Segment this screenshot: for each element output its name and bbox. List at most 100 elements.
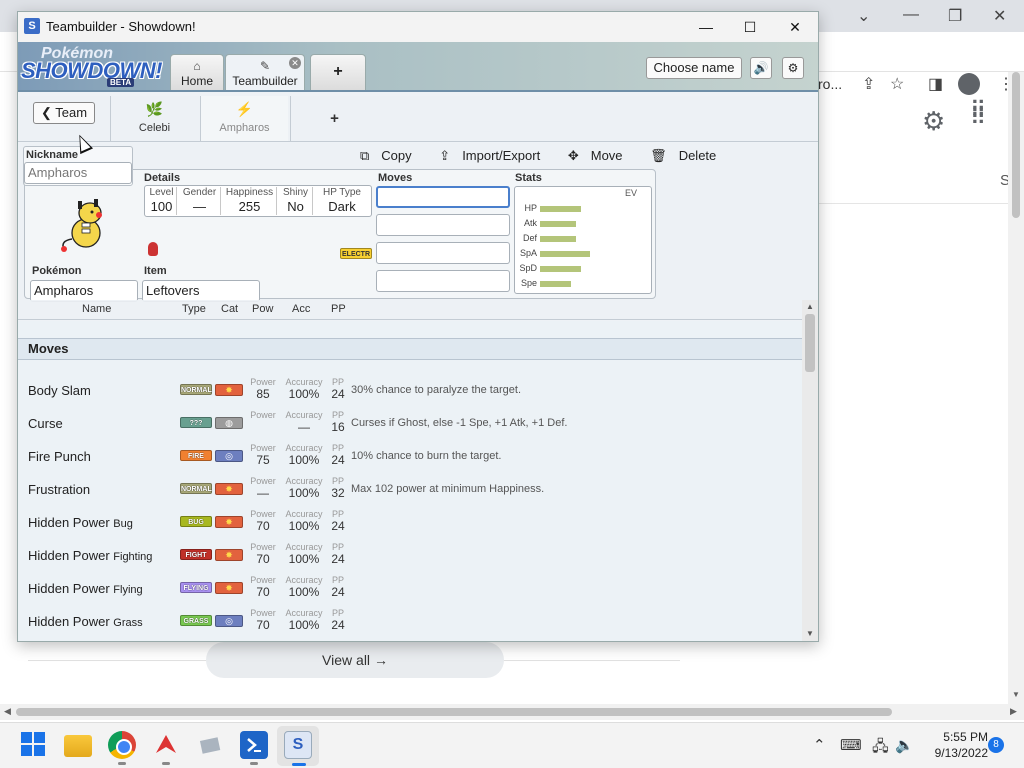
scrollbar-thumb[interactable] xyxy=(805,314,815,372)
pokemon-input[interactable]: Ampharos xyxy=(30,280,138,302)
move-row[interactable]: Hidden Power Grass GRASS ◎ Power 70 Accuracy 1… xyxy=(18,606,802,639)
details-box[interactable]: Level 100 Gender — Happiness 255 Shiny N… xyxy=(144,185,372,217)
scroll-down-arrow-icon[interactable]: ▼ xyxy=(806,629,814,638)
nickname-input[interactable]: Ampharos xyxy=(24,162,132,184)
move-3-input[interactable] xyxy=(376,242,510,264)
move-row[interactable]: Hidden Power ◎PowerAccuracyPP xyxy=(18,639,802,642)
red-app-icon[interactable] xyxy=(152,731,180,765)
grey-app-icon-glyph xyxy=(199,737,221,754)
move-1-input[interactable] xyxy=(376,186,510,208)
powershell-icon[interactable] xyxy=(240,731,268,765)
import-export-button[interactable]: ⇪ Import/Export xyxy=(439,148,552,163)
window-minimize-button[interactable]: — xyxy=(694,16,718,38)
move-row[interactable]: Curse ??? ◍ Power Accuracy — PP 16 Curses if Gh… xyxy=(18,408,802,441)
keyboard-icon[interactable]: ⌨ xyxy=(840,736,862,754)
detail-shiny-label: Shiny xyxy=(282,187,308,198)
choose-name-button[interactable]: Choose name xyxy=(646,57,742,79)
move-row[interactable]: Body Slam NORMAL ✸ Power 85 Accuracy 100% PP 24… xyxy=(18,375,802,408)
chevron-up-icon[interactable]: ⌃ xyxy=(813,736,826,754)
move-description: Curses if Ghost, else -1 Spe, +1 Atk, +1… xyxy=(351,417,568,429)
move-name: Frustration xyxy=(28,482,90,497)
copy-button[interactable]: ⧉ Copy xyxy=(360,148,424,163)
column-acc[interactable]: Acc xyxy=(292,303,310,315)
move-label: Move xyxy=(590,148,623,163)
page-horizontal-scrollbar[interactable]: ◀ ▶ xyxy=(0,704,1024,720)
browser-restore-button[interactable]: ❐ xyxy=(948,6,962,26)
column-pp[interactable]: PP xyxy=(331,303,346,315)
type-badge: NORMAL xyxy=(180,384,212,395)
scroll-right-arrow-icon[interactable]: ▶ xyxy=(1010,706,1017,717)
showdown-window: S Teambuilder - Showdown! — ☐ ✕ Pokémon … xyxy=(17,11,819,642)
bookmark-star-icon[interactable]: ☆ xyxy=(890,74,904,94)
move-row[interactable]: Hidden Power Flying FLYING ✸ Power 70 Accurac… xyxy=(18,573,802,606)
file-explorer-icon[interactable] xyxy=(64,735,92,757)
stat-row-atk: Atk xyxy=(517,218,576,232)
tab-search-chevron-icon[interactable]: ⌄ xyxy=(857,6,870,26)
system-clock[interactable]: 5:55 PM 9/13/2022 xyxy=(918,729,988,761)
share-icon[interactable]: ⇪ xyxy=(862,74,875,94)
move-row[interactable]: Fire Punch FIRE ◎ Power 75 Accuracy 100% PP 24 1… xyxy=(18,441,802,474)
tab-home[interactable]: ⌂ Home xyxy=(170,54,224,90)
showdown-taskbar-icon[interactable]: S xyxy=(284,731,312,766)
window-close-button[interactable]: ✕ xyxy=(783,16,807,38)
move-pp: PP xyxy=(328,641,348,642)
column-name[interactable]: Name xyxy=(82,303,111,315)
view-all-button[interactable]: View all → xyxy=(206,642,504,678)
pokemon-sprite-image[interactable] xyxy=(56,193,116,253)
move-name-text: Frustration xyxy=(28,482,91,497)
address-bar-text[interactable]: ro... xyxy=(818,76,842,92)
pokemon-tab-ampharos[interactable]: ⚡ Ampharos xyxy=(200,96,288,141)
pp-value: 24 xyxy=(331,519,345,533)
chrome-icon[interactable] xyxy=(108,731,136,765)
side-panel-icon[interactable]: ◨ xyxy=(928,74,943,94)
sound-icon[interactable]: 🔊 xyxy=(750,57,772,79)
column-cat[interactable]: Cat xyxy=(221,303,238,315)
move-row[interactable]: Hidden Power Fighting FIGHT ✸ Power 70 Accura… xyxy=(18,540,802,573)
move-button[interactable]: ✥ Move xyxy=(568,148,635,163)
power-value: 70 xyxy=(256,585,270,599)
new-tab-button[interactable]: + xyxy=(310,54,366,90)
delete-button[interactable]: 🗑 Delete xyxy=(650,148,728,163)
move-2-input[interactable] xyxy=(376,214,510,236)
network-icon[interactable]: 🖧 xyxy=(872,736,889,761)
options-gear-icon[interactable]: ⚙ xyxy=(782,57,804,79)
settings-gear-icon[interactable]: ⚙ xyxy=(922,106,945,137)
stats-box[interactable]: EV HP Atk Def SpA SpD Spe xyxy=(514,186,652,294)
move-row[interactable]: Frustration NORMAL ✸ Power — Accuracy 100% PP 3… xyxy=(18,474,802,507)
tab-teambuilder[interactable]: ✎ Teambuilder ✕ xyxy=(225,54,305,90)
browser-close-button[interactable]: ✕ xyxy=(993,6,1006,26)
column-type[interactable]: Type xyxy=(182,303,206,315)
move-name-suffix: Flying xyxy=(113,584,143,596)
stat-bar xyxy=(540,265,581,272)
window-titlebar[interactable]: S Teambuilder - Showdown! — ☐ ✕ xyxy=(18,12,818,42)
profile-avatar[interactable] xyxy=(958,73,980,95)
running-indicator xyxy=(118,762,126,765)
detail-happiness-label: Happiness xyxy=(225,187,274,198)
close-tab-icon[interactable]: ✕ xyxy=(289,57,301,69)
back-to-team-button[interactable]: ❮ Team xyxy=(33,102,95,124)
pokemon-tab-celebi[interactable]: 🌿 Celebi xyxy=(110,96,198,141)
page-vertical-scrollbar[interactable]: ▲ ▼ xyxy=(1008,72,1024,704)
scroll-left-arrow-icon[interactable]: ◀ xyxy=(4,706,11,717)
start-button-windows-icon[interactable] xyxy=(20,731,48,759)
apps-grid-icon[interactable]: ⠿ ⠿ xyxy=(970,99,986,129)
add-pokemon-button[interactable]: + xyxy=(290,96,378,141)
move-row[interactable]: Hidden Power Bug BUG ✸ Power 70 Accuracy 100% P… xyxy=(18,507,802,540)
accuracy-value: 100% xyxy=(288,486,320,500)
item-input[interactable]: Leftovers xyxy=(142,280,260,302)
column-pow[interactable]: Pow xyxy=(252,303,273,315)
volume-icon[interactable]: 🔈 xyxy=(895,736,914,754)
accuracy-value: 100% xyxy=(288,387,320,401)
list-vertical-scrollbar[interactable]: ▲ ▼ xyxy=(802,300,818,641)
scroll-down-arrow-icon[interactable]: ▼ xyxy=(1012,690,1020,699)
scrollbar-thumb[interactable] xyxy=(1012,72,1020,218)
notification-badge[interactable]: 8 xyxy=(988,737,1004,753)
grey-app-icon[interactable] xyxy=(196,731,224,759)
move-4-input[interactable] xyxy=(376,270,510,292)
browser-minimize-button[interactable]: — xyxy=(903,6,919,24)
window-maximize-button[interactable]: ☐ xyxy=(738,16,762,38)
scroll-up-arrow-icon[interactable]: ▲ xyxy=(806,302,814,311)
scrollbar-thumb[interactable] xyxy=(16,708,892,716)
power-label: Power xyxy=(250,410,276,420)
showdown-logo[interactable]: Pokémon SHOWDOWN! BETA xyxy=(21,45,167,89)
